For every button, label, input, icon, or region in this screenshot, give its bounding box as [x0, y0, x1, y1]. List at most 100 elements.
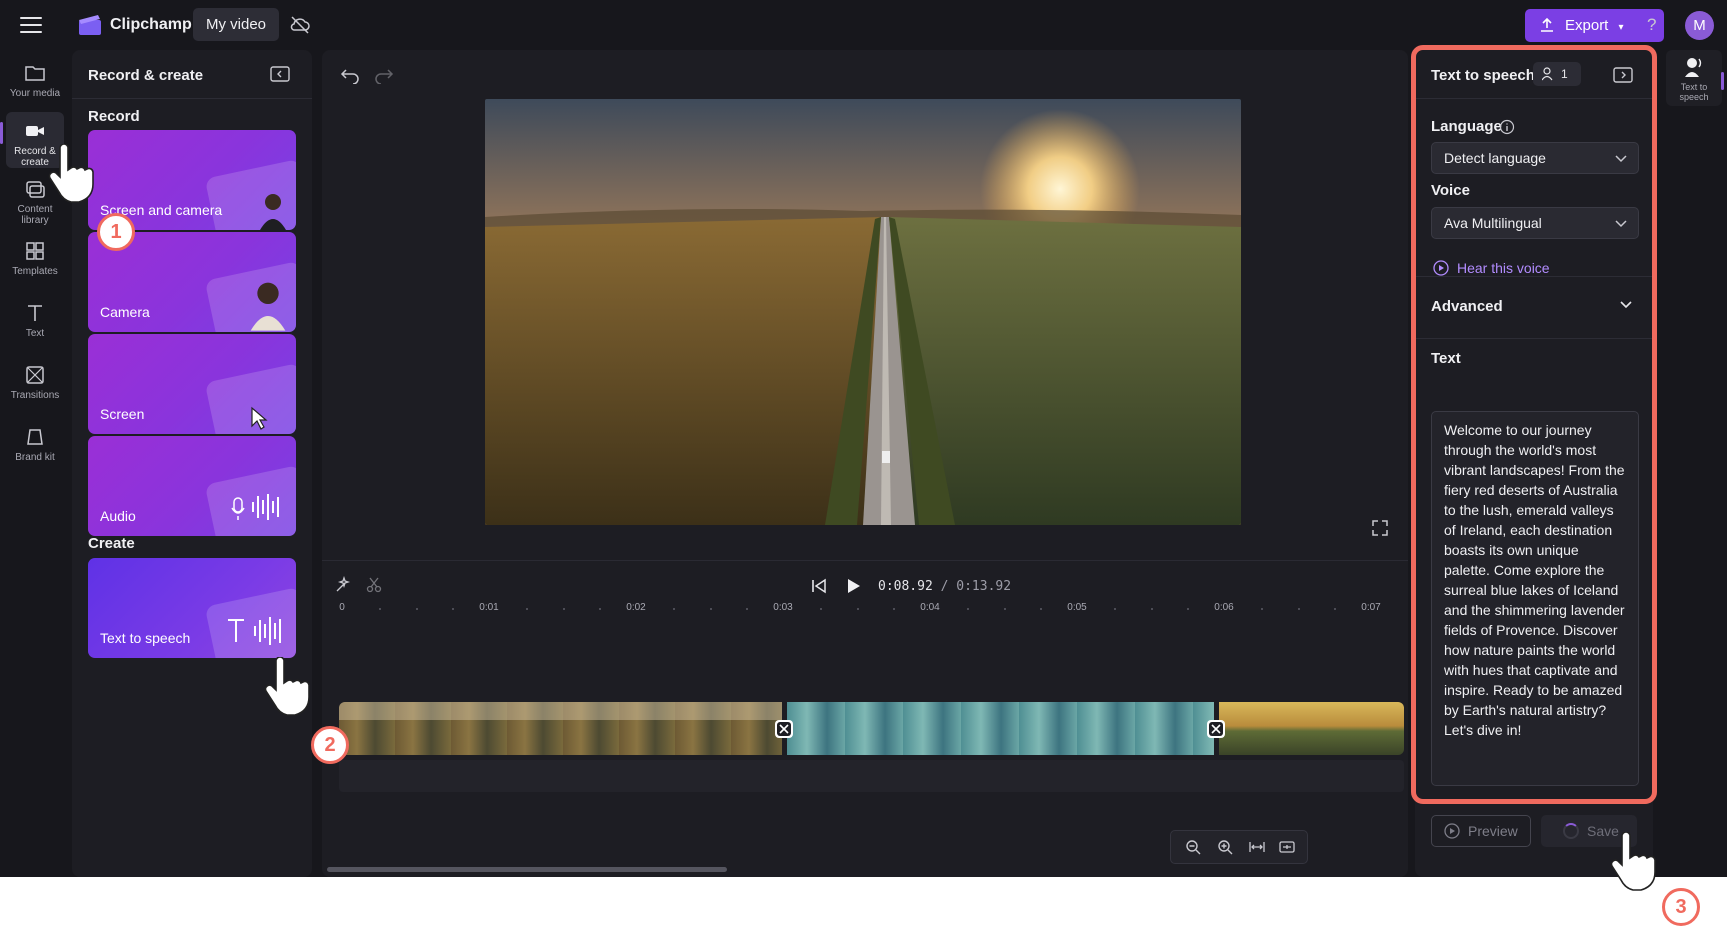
tutorial-highlight-box: [1411, 45, 1657, 804]
video-preview[interactable]: [485, 99, 1241, 525]
ruler-tick-label: 0:03: [773, 602, 793, 613]
card-screen[interactable]: Screen: [88, 334, 296, 434]
rail-item-templates[interactable]: Templates: [6, 236, 64, 288]
rail-label: Text to speech: [1679, 82, 1709, 102]
rail-item-brand-kit[interactable]: Brand kit: [6, 422, 64, 474]
clip-thumbnail-strip: [339, 702, 782, 720]
top-bar: Clipchamp My video Export ▾ ? M: [0, 0, 1727, 50]
ruler-tick: [1040, 608, 1043, 610]
total-time: / 0:13.92: [940, 579, 1012, 594]
preview-button[interactable]: Preview: [1431, 815, 1531, 847]
rail-item-transitions[interactable]: Transitions: [6, 360, 64, 412]
empty-audio-track[interactable]: [339, 760, 1404, 792]
ruler-tick-label: 0:06: [1214, 602, 1234, 613]
rail-active-marker: [1721, 72, 1724, 90]
timeline-ruler[interactable]: 0 0:01 0:02 0:03 0:04 0:05 0:06 0:07: [322, 602, 1408, 622]
step-badge: 1: [97, 213, 135, 251]
zoom-in-icon[interactable]: [1217, 839, 1233, 855]
fit-to-width-icon[interactable]: [1249, 839, 1265, 855]
menu-icon[interactable]: [20, 14, 42, 34]
collapse-panel-icon[interactable]: [270, 65, 290, 83]
card-label: Camera: [100, 304, 150, 320]
ruler-tick: [1297, 608, 1300, 610]
play-circle-icon: [1444, 823, 1460, 839]
rail-item-text[interactable]: Text: [6, 298, 64, 350]
ruler-tick: [1334, 608, 1337, 610]
rail-label: Your media: [9, 88, 61, 99]
chevron-down-icon: ▾: [1618, 22, 1624, 33]
hand-pointer-icon: [1610, 832, 1656, 891]
help-icon[interactable]: ?: [1647, 15, 1667, 35]
ruler-tick: [599, 608, 602, 610]
rail-item-your-media[interactable]: Your media: [6, 56, 64, 108]
ruler-tick: [819, 608, 822, 610]
card-text-to-speech[interactable]: Text to speech: [88, 558, 296, 658]
editor-center: 0:08.92 / 0:13.92 0 0:01 0:02 0:03 0:04 0:05 0…: [322, 50, 1408, 877]
magic-wand-icon[interactable]: [334, 576, 352, 594]
transitions-icon: [26, 366, 44, 384]
video-clip[interactable]: [1219, 702, 1404, 755]
app-title: Clipchamp: [110, 16, 192, 33]
app-window: Clipchamp My video Export ▾ ? M Your med…: [0, 0, 1727, 877]
ruler-tick: [856, 608, 859, 610]
cloud-off-icon[interactable]: [289, 14, 311, 36]
text-icon: [28, 305, 42, 321]
avatar[interactable]: M: [1685, 11, 1714, 40]
export-label: Export: [1565, 17, 1609, 34]
rail-item-text-to-speech[interactable]: Text to speech: [1666, 50, 1722, 106]
zoom-out-icon[interactable]: [1185, 839, 1201, 855]
current-time: 0:08.92: [878, 579, 933, 594]
divider: [72, 98, 312, 99]
ruler-tick-label: 0: [339, 602, 345, 613]
play-icon[interactable]: [844, 577, 862, 595]
video-title-tab[interactable]: My video: [193, 8, 280, 41]
rail-label: Text: [25, 328, 45, 339]
ruler-tick: [893, 608, 896, 610]
timeline-view-icon[interactable]: [1279, 839, 1295, 855]
video-clip[interactable]: [787, 702, 1214, 755]
ruler-tick-label: 0:07: [1361, 602, 1381, 613]
rail-label: Transitions: [10, 390, 60, 401]
panel-title: Record & create: [88, 67, 204, 84]
ruler-tick: [525, 608, 528, 610]
upload-icon: [1541, 17, 1553, 32]
divider: [322, 560, 1408, 561]
playback-time: 0:08.92 / 0:13.92: [878, 579, 1011, 594]
ruler-tick: [1003, 608, 1006, 610]
ruler-tick: [562, 608, 565, 610]
rail-label: Templates: [12, 266, 58, 277]
video-track: [339, 702, 1404, 755]
camera-icon: [26, 126, 44, 136]
brand-kit-icon: [27, 429, 43, 445]
redo-icon[interactable]: [374, 66, 394, 84]
fullscreen-icon[interactable]: [1371, 519, 1389, 537]
person-thumbnail-icon: [260, 194, 286, 230]
zoom-controls: [1170, 830, 1308, 864]
horizontal-scrollbar[interactable]: [327, 867, 727, 872]
folder-icon: [25, 66, 45, 81]
ruler-tick: [746, 608, 749, 610]
preview-label: Preview: [1468, 823, 1518, 839]
card-label: Text to speech: [100, 630, 191, 646]
transition-icon[interactable]: [1207, 720, 1225, 738]
export-button[interactable]: Export ▾: [1525, 9, 1664, 42]
rail-label: Content library: [17, 204, 53, 226]
video-clip[interactable]: [339, 702, 782, 755]
clipchamp-logo: [79, 15, 101, 35]
card-label: Screen: [100, 406, 145, 422]
step-badge: 2: [311, 726, 349, 764]
skip-back-icon[interactable]: [810, 577, 828, 595]
text-waveform-icon: [228, 617, 281, 645]
create-section-label: Create: [88, 535, 135, 552]
ruler-tick: [1187, 608, 1190, 610]
step-badge: 3: [1662, 888, 1700, 926]
text-to-speech-icon: [1685, 58, 1702, 77]
ruler-tick: [1113, 608, 1116, 610]
card-audio[interactable]: Audio: [88, 436, 296, 536]
pointer-cursor-icon: [251, 406, 268, 430]
scissors-icon[interactable]: [365, 576, 383, 594]
transition-icon[interactable]: [775, 720, 793, 738]
card-label: Audio: [100, 508, 136, 524]
ruler-tick-label: 0:01: [479, 602, 499, 613]
undo-icon[interactable]: [340, 66, 360, 84]
